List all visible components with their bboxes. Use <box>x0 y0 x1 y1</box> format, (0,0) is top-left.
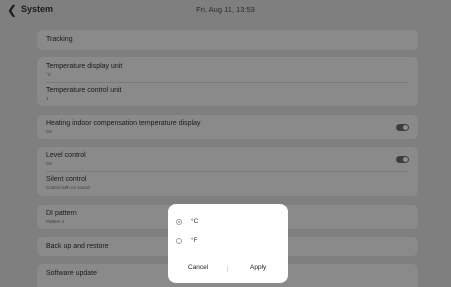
temperature-display-unit-row[interactable]: Temperature display unit °C <box>46 63 409 77</box>
silent-control-value: Control with no sound. <box>46 185 91 190</box>
level-control-card: Level control On Silent control Control … <box>37 147 418 196</box>
tracking-card[interactable]: Tracking <box>37 30 418 50</box>
option-celsius[interactable]: °C <box>176 218 276 228</box>
heating-compensation-card: Heating indoor compensation temperature … <box>37 115 418 139</box>
level-control-row[interactable]: Level control On <box>46 152 409 166</box>
level-control-value: On <box>46 161 53 166</box>
tracking-label: Tracking <box>46 36 73 43</box>
button-divider <box>227 266 228 272</box>
radio-selected-icon[interactable] <box>176 219 182 225</box>
temperature-control-unit-row[interactable]: Temperature control unit 1 <box>46 87 409 101</box>
temperature-display-unit-label: Temperature display unit <box>46 63 123 70</box>
heating-compensation-row[interactable]: Heating indoor compensation temperature … <box>46 120 409 134</box>
tracking-row[interactable]: Tracking <box>46 36 409 43</box>
heating-compensation-label: Heating indoor compensation temperature … <box>46 120 201 127</box>
level-control-toggle[interactable] <box>396 156 409 163</box>
apply-button[interactable]: Apply <box>250 264 266 271</box>
date-time: Fri, Aug 11, 13:53 <box>196 5 255 14</box>
temperature-units-card: Temperature display unit °C Temperature … <box>37 57 418 106</box>
option-fahrenheit[interactable]: °F <box>176 237 276 247</box>
heating-compensation-toggle[interactable] <box>396 124 409 131</box>
temperature-control-unit-label: Temperature control unit <box>46 87 122 94</box>
unit-selection-dialog: °C °F Cancel Apply <box>168 204 288 283</box>
option-celsius-label: °C <box>191 218 199 225</box>
level-control-label: Level control <box>46 152 86 159</box>
divider <box>46 171 409 172</box>
silent-control-row[interactable]: Silent control Control with no sound. <box>46 176 409 190</box>
temperature-display-unit-value: °C <box>46 72 52 77</box>
silent-control-label: Silent control <box>46 176 87 183</box>
cancel-button[interactable]: Cancel <box>188 264 208 271</box>
top-bar: ❮ System Fri, Aug 11, 13:53 <box>0 0 451 22</box>
radio-unselected-icon[interactable] <box>176 238 182 244</box>
temperature-control-unit-value: 1 <box>46 96 49 101</box>
option-fahrenheit-label: °F <box>191 237 198 244</box>
divider <box>46 82 409 83</box>
heating-compensation-value: On <box>46 129 53 134</box>
